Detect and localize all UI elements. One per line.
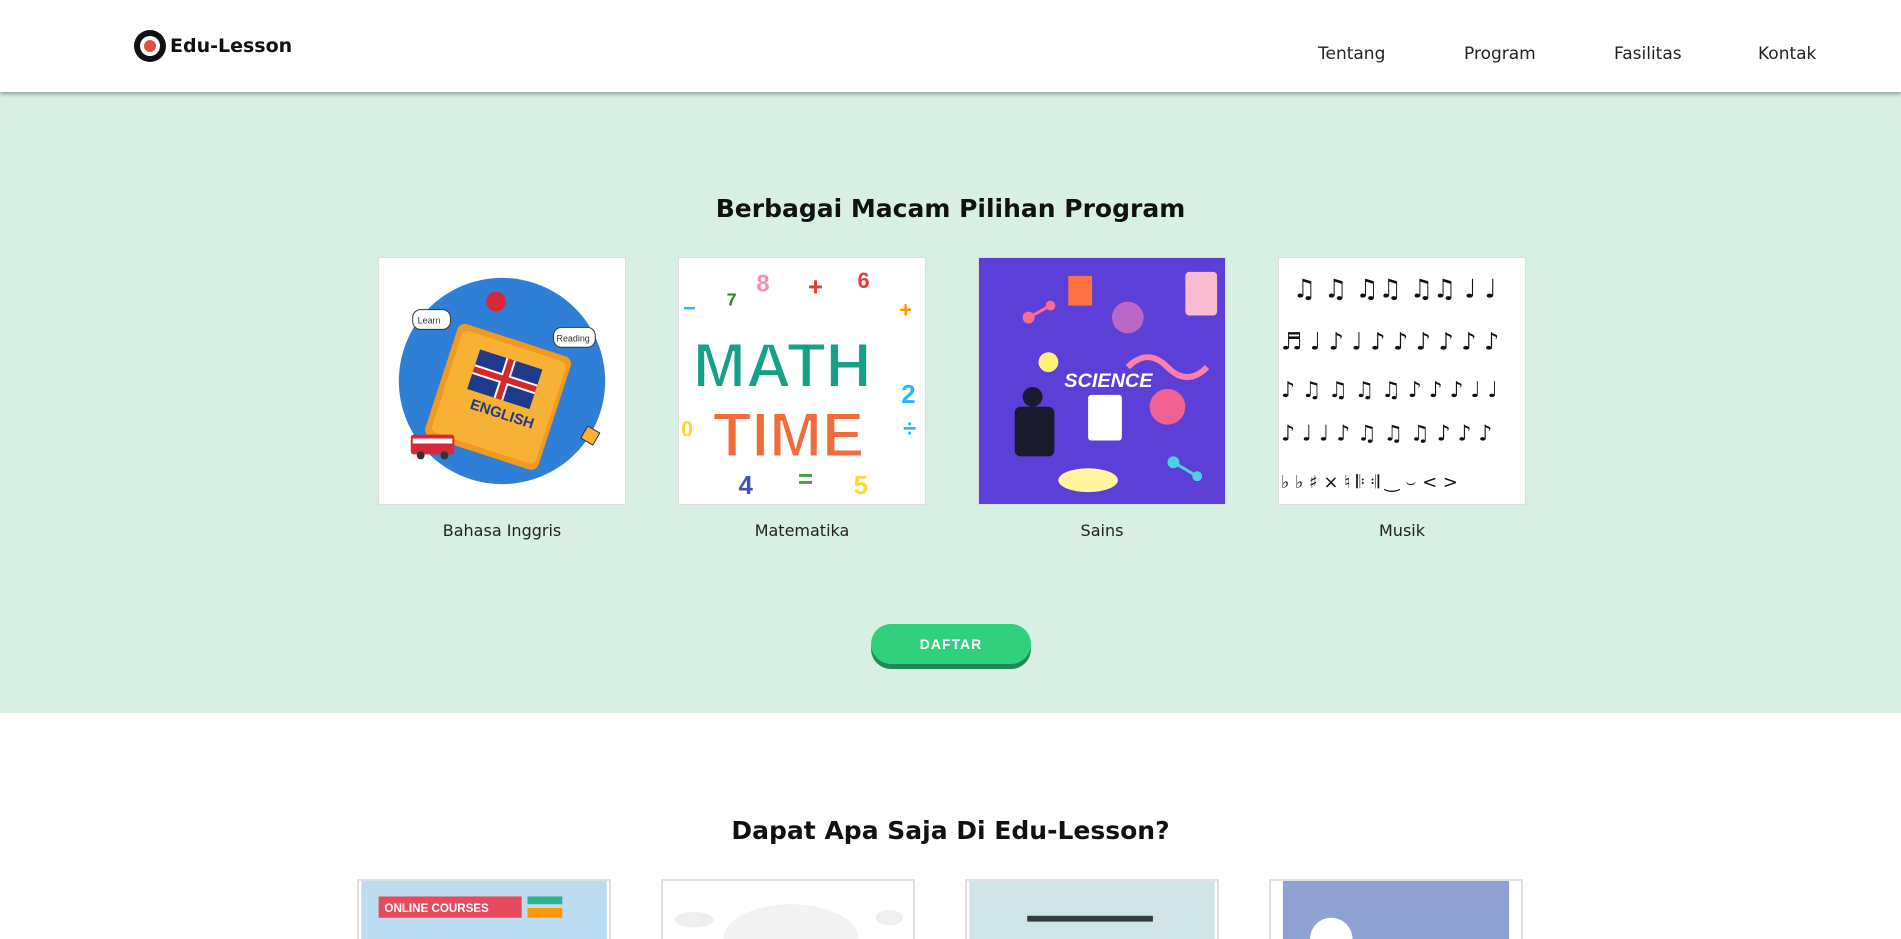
feature-card-online-courses[interactable]: ONLINE COURSES: [357, 879, 611, 939]
nav-link-fasilitas[interactable]: Fasilitas: [1614, 44, 1682, 64]
svg-text:Reading: Reading: [557, 333, 590, 343]
svg-text:7: 7: [727, 290, 737, 310]
svg-text:4: 4: [739, 472, 754, 500]
program-card-musik[interactable]: ♫ ♫ ♫♫ ♫♫ ♩ ♩ ♬ ♩ ♪ ♩ ♪ ♪ ♪ ♪ ♪ ♪ ♪ ♫ ♫ …: [1278, 257, 1526, 540]
program-card-math[interactable]: 8 7 6 + + − MATH TIME 4 5 = 0 2 ÷ Matema…: [678, 257, 926, 540]
navbar: Edu-Lesson Tentang Program Fasilitas Kon…: [0, 0, 1901, 92]
program-card-english[interactable]: ENGLISH Learn Reading Bahasa Inggris: [378, 257, 626, 540]
svg-text:♭ ♭ ♯ × ♮ 𝄆 𝄇 ‿ ⌣ < >: ♭ ♭ ♯ × ♮ 𝄆 𝄇 ‿ ⌣ < >: [1281, 472, 1458, 493]
nav-menu: Tentang Program Fasilitas Kontak: [0, 44, 1901, 66]
svg-text:ONLINE COURSES: ONLINE COURSES: [384, 902, 489, 915]
svg-text:÷: ÷: [903, 416, 916, 443]
svg-text:5: 5: [854, 472, 868, 500]
svg-text:−: −: [683, 296, 696, 321]
math-time-image: 8 7 6 + + − MATH TIME 4 5 = 0 2 ÷: [678, 257, 926, 505]
svg-text:♫ ♫ ♫♫ ♫♫ ♩ ♩: ♫ ♫ ♫♫ ♫♫ ♩ ♩: [1293, 275, 1497, 305]
program-card-label: Matematika: [754, 521, 850, 540]
svg-text:0: 0: [681, 417, 693, 442]
program-card-label: Bahasa Inggris: [442, 521, 562, 540]
program-card-sains[interactable]: SCIENCE Sains: [978, 257, 1226, 540]
svg-text:2: 2: [901, 381, 915, 409]
program-card-label: Musik: [1379, 521, 1425, 540]
music-notes-image: ♫ ♫ ♫♫ ♫♫ ♩ ♩ ♬ ♩ ♪ ♩ ♪ ♪ ♪ ♪ ♪ ♪ ♪ ♫ ♫ …: [1278, 257, 1526, 505]
svg-text:SCIENCE: SCIENCE: [1064, 370, 1153, 392]
svg-text:MATH: MATH: [693, 331, 872, 401]
science-image: SCIENCE: [978, 257, 1226, 505]
feature-card-2[interactable]: [661, 879, 915, 939]
nav-link-program[interactable]: Program: [1464, 44, 1536, 64]
features-section-title: Dapat Apa Saja Di Edu-Lesson?: [731, 816, 1170, 845]
svg-text:♪ ♫ ♫ ♫ ♫ ♪ ♪ ♪ ♩ ♩: ♪ ♫ ♫ ♫ ♫ ♪ ♪ ♪ ♩ ♩: [1281, 378, 1498, 403]
program-section-title: Berbagai Macam Pilihan Program: [715, 194, 1186, 223]
svg-text:♪ ♩ ♩ ♪ ♫ ♫ ♫ ♪ ♪ ♪: ♪ ♩ ♩ ♪ ♫ ♫ ♫ ♪ ♪ ♪: [1281, 422, 1492, 447]
nav-link-kontak[interactable]: Kontak: [1758, 44, 1816, 64]
nav-link-tentang[interactable]: Tentang: [1318, 44, 1385, 64]
english-book-image: ENGLISH Learn Reading: [378, 257, 626, 505]
svg-text:+: +: [808, 274, 823, 302]
svg-text:=: =: [798, 466, 813, 494]
svg-text:6: 6: [858, 268, 870, 293]
daftar-button[interactable]: DAFTAR: [871, 624, 1031, 664]
program-card-label: Sains: [1080, 521, 1124, 540]
feature-card-4[interactable]: [1269, 879, 1523, 939]
program-section: Berbagai Macam Pilihan Program ENGLISH L…: [0, 92, 1901, 713]
svg-text:TIME: TIME: [713, 400, 865, 470]
svg-text:Learn: Learn: [418, 315, 441, 325]
svg-text:8: 8: [756, 271, 769, 298]
feature-card-3[interactable]: [965, 879, 1219, 939]
svg-text:♬ ♩ ♪ ♩ ♪ ♪ ♪ ♪ ♪ ♪: ♬ ♩ ♪ ♩ ♪ ♪ ♪ ♪ ♪ ♪: [1281, 327, 1499, 355]
svg-text:+: +: [899, 298, 912, 323]
